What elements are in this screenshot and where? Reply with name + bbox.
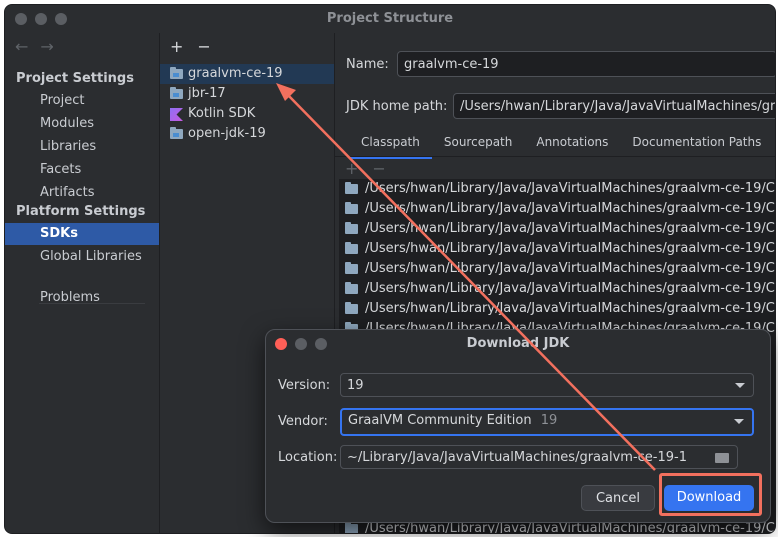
classpath-entry: /Users/hwan/Library/Java/JavaVirtualMach… bbox=[365, 201, 775, 216]
jdk-folder-icon bbox=[170, 87, 183, 99]
classpath-toolbar: + − bbox=[345, 159, 386, 178]
list-item[interactable]: /Users/hwan/Library/Java/JavaVirtualMach… bbox=[339, 219, 775, 239]
sdk-item-open-jdk-19[interactable]: open-jdk-19 bbox=[160, 124, 334, 144]
nav-arrows: ← → bbox=[15, 37, 54, 56]
tab-annotations[interactable]: Annotations bbox=[524, 131, 620, 157]
sdk-item-jbr-17[interactable]: jbr-17 bbox=[160, 84, 334, 104]
window-title: Project Structure bbox=[326, 11, 454, 26]
list-item[interactable]: /Users/hwan/Library/Java/JavaVirtualMach… bbox=[339, 279, 775, 299]
list-item[interactable]: /Users/hwan/Library/Java/JavaVirtualMach… bbox=[339, 259, 775, 279]
cancel-button[interactable]: Cancel bbox=[581, 485, 655, 511]
vendor-select[interactable]: GraalVM Community Edition 19 bbox=[340, 408, 754, 436]
add-path-button[interactable]: + bbox=[345, 159, 358, 178]
sdk-item-label: Kotlin SDK bbox=[188, 106, 256, 121]
settings-sidebar: ← → Project Settings Project Modules Lib… bbox=[5, 33, 160, 533]
tab-divider bbox=[335, 156, 775, 157]
chevron-down-icon bbox=[735, 383, 745, 388]
download-highlight-box bbox=[659, 473, 762, 516]
tab-sourcepath[interactable]: Sourcepath bbox=[432, 131, 525, 157]
sdk-item-label: open-jdk-19 bbox=[188, 126, 266, 141]
classpath-entry: /Users/hwan/Library/Java/JavaVirtualMach… bbox=[365, 261, 775, 276]
sdk-item-kotlin-sdk[interactable]: Kotlin SDK bbox=[160, 104, 334, 124]
name-field[interactable]: graalvm-ce-19 bbox=[397, 51, 775, 77]
sdk-item-graalvm-ce-19[interactable]: graalvm-ce-19 bbox=[160, 64, 334, 84]
classpath-entry: /Users/hwan/Library/Java/JavaVirtualMach… bbox=[365, 241, 775, 256]
jdk-folder-icon bbox=[170, 127, 183, 139]
list-item[interactable]: /Users/hwan/Library/Java/JavaVirtualMach… bbox=[339, 239, 775, 259]
folder-icon bbox=[345, 282, 358, 294]
jdk-home-path-label: JDK home path: bbox=[346, 99, 448, 114]
jdk-folder-icon bbox=[170, 67, 183, 79]
folder-icon bbox=[345, 202, 358, 214]
version-value: 19 bbox=[347, 378, 364, 393]
sdk-toolbar: + − bbox=[170, 37, 211, 56]
list-item[interactable]: /Users/hwan/Library/Java/JavaVirtualMach… bbox=[339, 179, 775, 199]
classpath-entry: /Users/hwan/Library/Java/JavaVirtualMach… bbox=[365, 181, 775, 196]
detail-tabs: Classpath Sourcepath Annotations Documen… bbox=[349, 131, 773, 159]
sidebar-item-artifacts[interactable]: Artifacts bbox=[5, 182, 159, 204]
folder-icon bbox=[345, 522, 358, 533]
remove-path-button[interactable]: − bbox=[372, 159, 385, 178]
classpath-entry: /Users/hwan/Library/Java/JavaVirtualMach… bbox=[365, 221, 775, 236]
jdk-home-path-field[interactable]: /Users/hwan/Library/Java/JavaVirtualMach… bbox=[453, 93, 775, 119]
sdk-item-label: jbr-17 bbox=[188, 86, 226, 101]
vendor-value: GraalVM Community Edition bbox=[348, 413, 532, 428]
name-label: Name: bbox=[346, 57, 389, 72]
browse-folder-icon[interactable] bbox=[715, 453, 729, 463]
chevron-down-icon bbox=[734, 419, 744, 424]
vendor-label: Vendor: bbox=[278, 414, 328, 429]
location-field[interactable]: ~/Library/Java/JavaVirtualMachines/graal… bbox=[340, 445, 738, 469]
sidebar-item-project[interactable]: Project bbox=[5, 90, 159, 112]
version-select[interactable]: 19 bbox=[340, 373, 754, 397]
sdk-item-label: graalvm-ce-19 bbox=[188, 66, 283, 81]
location-label: Location: bbox=[278, 450, 338, 465]
list-item[interactable]: /Users/hwan/Library/Java/JavaVirtualMach… bbox=[339, 299, 775, 319]
kotlin-icon bbox=[170, 108, 183, 121]
add-sdk-button[interactable]: + bbox=[170, 37, 183, 56]
remove-sdk-button[interactable]: − bbox=[197, 37, 210, 56]
tab-documentation-paths[interactable]: Documentation Paths bbox=[620, 131, 773, 157]
classpath-entry: /Users/hwan/Library/Java/JavaVirtualMach… bbox=[365, 301, 775, 316]
sidebar-item-global-libraries[interactable]: Global Libraries bbox=[5, 246, 159, 268]
project-settings-header: Project Settings bbox=[16, 71, 134, 86]
folder-icon bbox=[345, 242, 358, 254]
platform-settings-header: Platform Settings bbox=[16, 204, 146, 219]
sidebar-item-sdks[interactable]: SDKs bbox=[5, 223, 159, 245]
sidebar-item-modules[interactable]: Modules bbox=[5, 113, 159, 135]
classpath-entry: /Users/hwan/Library/Java/JavaVirtualMach… bbox=[365, 281, 775, 296]
folder-icon bbox=[345, 182, 358, 194]
location-value: ~/Library/Java/JavaVirtualMachines/graal… bbox=[347, 450, 687, 465]
version-label: Version: bbox=[278, 378, 331, 393]
sidebar-item-libraries[interactable]: Libraries bbox=[5, 136, 159, 158]
tab-classpath[interactable]: Classpath bbox=[349, 131, 432, 159]
sidebar-item-problems[interactable]: Problems bbox=[5, 287, 159, 309]
folder-icon bbox=[345, 222, 358, 234]
list-item[interactable]: /Users/hwan/Library/Java/JavaVirtualMach… bbox=[339, 199, 775, 219]
folder-icon bbox=[345, 262, 358, 274]
vendor-version-hint: 19 bbox=[540, 413, 558, 428]
dialog-title: Download JDK bbox=[466, 336, 570, 351]
folder-icon bbox=[345, 302, 358, 314]
title-bar: Project Structure bbox=[5, 5, 775, 33]
sidebar-item-facets[interactable]: Facets bbox=[5, 159, 159, 181]
forward-arrow-icon[interactable]: → bbox=[40, 37, 53, 56]
back-arrow-icon[interactable]: ← bbox=[15, 37, 28, 56]
